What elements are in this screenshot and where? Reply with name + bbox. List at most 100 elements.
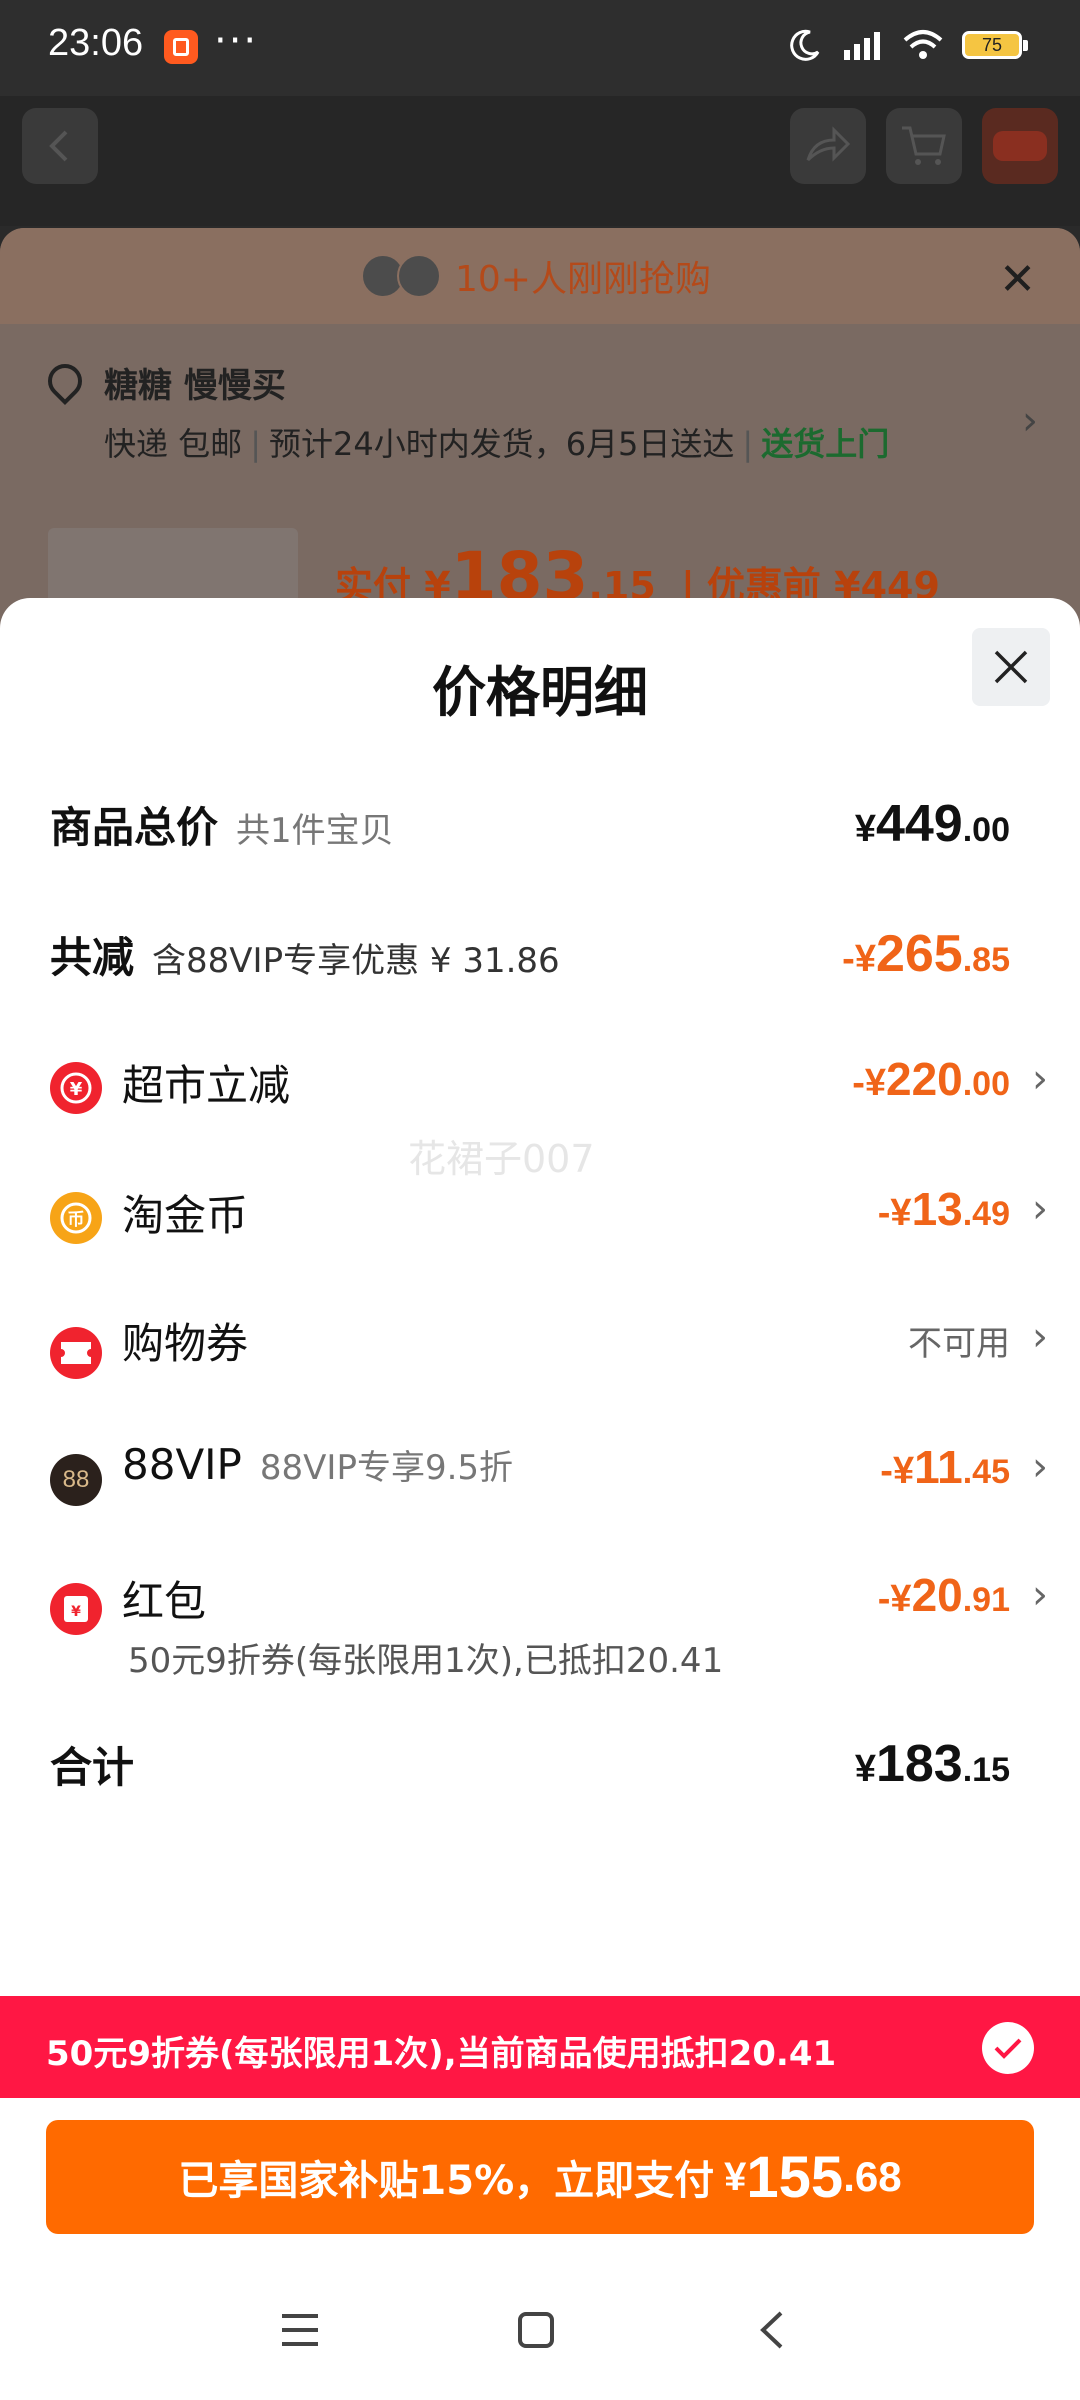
supermarket-discount-row[interactable]: ¥ 超市立减 -¥220.00 › (50, 1052, 1048, 1142)
coupon-banner[interactable]: 50元9折券(每张限用1次),当前商品使用抵扣20.41 (0, 1996, 1080, 2098)
pay-amount-dec: .68 (843, 2153, 902, 2200)
total-discount-label: 共减 (50, 933, 135, 982)
sheet-title: 价格明细 (432, 661, 648, 724)
share-button[interactable] (790, 108, 866, 184)
more-icon (993, 131, 1047, 161)
sum-row: 合计 ¥183.15 (50, 1734, 1030, 1824)
amount-int: 13 (911, 1183, 963, 1235)
system-back-button[interactable] (742, 2300, 802, 2360)
item-count: 共1件宝贝 (236, 811, 394, 851)
total-discount-label-group: 共减 含88VIP专享优惠 ¥ 31.86 (50, 924, 560, 985)
home-square-icon (518, 2312, 554, 2348)
total-price-label: 商品总价 (50, 803, 219, 852)
chevron-right-icon: › (1032, 1444, 1048, 1490)
pay-now-button[interactable]: 已享国家补贴15%，立即支付 ¥155.68 (46, 2120, 1034, 2234)
close-icon[interactable]: ✕ (999, 254, 1036, 305)
cart-icon (902, 126, 946, 165)
total-price-amount: ¥449.00 (855, 794, 1010, 854)
redpacket-amount: -¥20.91 (878, 1568, 1010, 1622)
chevron-right-icon: › (1032, 1314, 1048, 1360)
amount-dec: .00 (962, 811, 1010, 849)
vip-label: 88VIP (122, 1440, 242, 1489)
status-bar: 23:06 ··· 75 (0, 0, 1080, 96)
currency: ¥ (854, 808, 876, 850)
price-detail-sheet: 价格明细 花裙子007 商品总价 共1件宝贝 ¥449.00 共减 含88VIP… (0, 598, 1080, 2400)
system-nav-bar (0, 2270, 1080, 2400)
vip88-row[interactable]: 88 88VIP 88VIP专享9.5折 -¥11.45 › (50, 1440, 1048, 1530)
sum-label: 合计 (50, 1743, 135, 1792)
avatar (397, 254, 441, 298)
taojinbi-row[interactable]: 币 淘金币 -¥13.49 › (50, 1182, 1048, 1272)
amount-int: 265 (875, 925, 963, 983)
supermarket-amount: -¥220.00 (852, 1052, 1010, 1106)
amount-dec: .00 (962, 1065, 1010, 1103)
cart-button[interactable] (886, 108, 962, 184)
amount-int: 20 (911, 1569, 963, 1621)
wifi-icon (903, 30, 943, 59)
top-navigation (0, 96, 1080, 226)
hot-purchase-bar: 10+人刚刚抢购 ✕ (0, 228, 1080, 324)
close-icon (994, 650, 1028, 684)
total-price-row: 商品总价 共1件宝贝 ¥449.00 (50, 794, 1030, 884)
voucher-label-group: 购物券 (50, 1310, 248, 1379)
chevron-right-icon: › (1022, 398, 1038, 444)
total-price-label-group: 商品总价 共1件宝贝 (50, 794, 394, 855)
amount-dec: .91 (962, 1581, 1010, 1619)
sum-amount: ¥183.15 (855, 1734, 1010, 1794)
currency: -¥ (877, 1578, 912, 1620)
vip-amount: -¥11.45 (880, 1440, 1010, 1494)
coin-icon: 币 (50, 1192, 102, 1244)
currency: -¥ (877, 1192, 912, 1234)
amount-int: 220 (885, 1053, 963, 1105)
status-icons: 75 (788, 28, 1028, 62)
svg-text:¥: ¥ (70, 1079, 83, 1100)
pay-currency: ¥ (724, 2154, 747, 2199)
home-button[interactable] (506, 2300, 566, 2360)
voucher-status: 不可用 (908, 1324, 1010, 1364)
signal-icon (844, 32, 880, 60)
address-row[interactable]: 糖糖 慢慢买 快递 包邮 | 预计24小时内发货，6月5日送达 | 送货上门 › (40, 356, 1038, 465)
more-button[interactable] (982, 108, 1058, 184)
delivery-estimate: 预计24小时内发货，6月5日送达 (268, 425, 735, 463)
moon-icon (790, 29, 820, 61)
vip-discount-note: 含88VIP专享优惠 ¥ 31.86 (152, 941, 560, 981)
amount-dec: .49 (962, 1195, 1010, 1233)
amount-int: 11 (914, 1441, 963, 1493)
shipping-method: 快递 包邮 (104, 425, 243, 463)
delivery-tag: 送货上门 (761, 425, 890, 463)
redpacket-label: 红包 (122, 1577, 207, 1626)
menu-icon (282, 2314, 318, 2346)
currency: -¥ (880, 1450, 915, 1492)
sum-label-group: 合计 (50, 1734, 134, 1795)
address-name: 糖糖 慢慢买 (104, 366, 286, 406)
back-icon (760, 2311, 783, 2349)
redpacket-label-group: ¥ 红包 (50, 1568, 207, 1635)
shopping-voucher-row[interactable]: 购物券 不可用 › (50, 1310, 1048, 1400)
amount-dec: .85 (962, 941, 1010, 979)
vip88-icon: 88 (50, 1454, 102, 1506)
amount-int: 449 (875, 795, 963, 853)
coins-label: 淘金币 (122, 1191, 249, 1240)
red-envelope-icon: ¥ (50, 1583, 102, 1635)
currency: -¥ (852, 1062, 886, 1104)
back-button[interactable] (22, 108, 98, 184)
yuan-discount-icon: ¥ (50, 1062, 102, 1114)
menu-button[interactable] (270, 2300, 330, 2360)
battery-icon: 75 (962, 31, 1028, 59)
buyer-avatars (361, 254, 441, 298)
vip-label-group: 88 88VIP 88VIP专享9.5折 (50, 1440, 514, 1506)
app-notification-icon (164, 30, 198, 64)
svg-text:币: 币 (68, 1210, 85, 1230)
coins-amount: -¥13.49 (878, 1182, 1010, 1236)
back-arrow-icon (49, 130, 68, 162)
check-icon[interactable] (982, 2022, 1034, 2074)
chevron-right-icon: › (1032, 1186, 1048, 1232)
chevron-right-icon: › (1032, 1056, 1048, 1102)
share-icon (806, 126, 851, 162)
order-panel-background: 10+人刚刚抢购 ✕ 糖糖 慢慢买 快递 包邮 | 预计24小时内发货，6月5日送达… (0, 228, 1080, 648)
vip-sub: 88VIP专享9.5折 (259, 1448, 514, 1488)
close-button[interactable] (972, 628, 1050, 706)
total-discount-row: 共减 含88VIP专享优惠 ¥ 31.86 -¥265.85 (50, 924, 1030, 1014)
amount-dec: .15 (962, 1751, 1010, 1789)
coins-label-group: 币 淘金币 (50, 1182, 249, 1244)
